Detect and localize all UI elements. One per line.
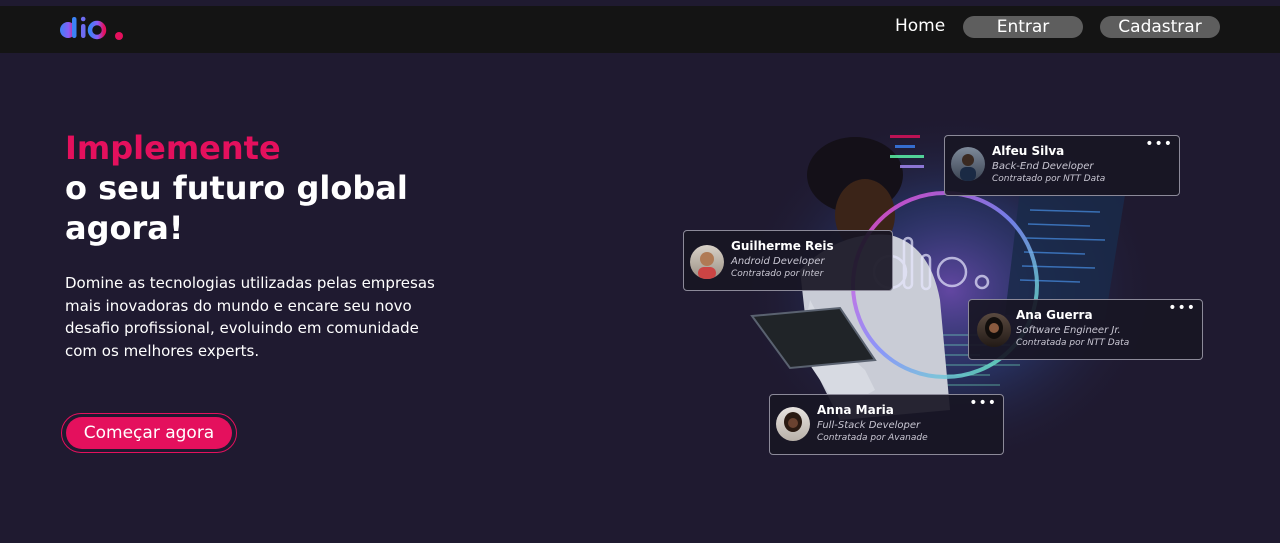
person-photo (784, 412, 802, 432)
profile-company: Contratada por Avanade (817, 433, 928, 443)
profile-card[interactable]: Guilherme Reis Android Developer Contrat… (683, 230, 893, 291)
profile-card[interactable]: Anna Maria Full-Stack Developer Contrata… (769, 394, 1004, 455)
more-dots-icon[interactable]: ••• (969, 395, 997, 411)
start-now-button[interactable]: Começar agora (66, 417, 232, 449)
login-button[interactable]: Entrar (963, 16, 1083, 38)
profile-name: Anna Maria (817, 403, 894, 417)
profile-role: Software Engineer Jr. (1016, 325, 1121, 336)
cta-outline: Começar agora (61, 413, 237, 453)
nav-home-link[interactable]: Home (895, 16, 945, 36)
profile-name: Alfeu Silva (992, 144, 1065, 158)
profile-name: Ana Guerra (1016, 308, 1093, 322)
signup-button[interactable]: Cadastrar (1100, 16, 1220, 38)
profile-company: Contratada por NTT Data (1016, 338, 1130, 348)
avatar (776, 407, 810, 441)
hero-title: Implemente o seu futuro global agora! (65, 128, 585, 248)
avatar (977, 313, 1011, 347)
more-dots-icon[interactable]: ••• (1168, 300, 1196, 316)
profile-role: Android Developer (731, 256, 825, 267)
profile-company: Contratado por NTT Data (992, 174, 1106, 184)
top-navbar: Home Entrar Cadastrar (0, 6, 1280, 53)
person-photo (960, 154, 976, 181)
profile-role: Back-End Developer (992, 161, 1094, 172)
more-dots-icon[interactable]: ••• (1145, 136, 1173, 152)
avatar (690, 245, 724, 279)
profile-name: Guilherme Reis (731, 239, 834, 253)
dio-logo[interactable] (60, 15, 126, 41)
hero-title-rest: o seu futuro global agora! (65, 169, 408, 247)
avatar (951, 147, 985, 181)
profile-company: Contratado por Inter (731, 269, 824, 279)
person-photo (985, 317, 1003, 339)
person-photo (698, 252, 716, 279)
hero-description: Domine as tecnologias utilizadas pelas e… (65, 274, 435, 360)
profile-role: Full-Stack Developer (817, 420, 921, 431)
hero-title-highlight: Implemente (65, 129, 281, 167)
profile-card[interactable]: Alfeu Silva Back-End Developer Contratad… (944, 135, 1180, 196)
profile-card[interactable]: Ana Guerra Software Engineer Jr. Contrat… (968, 299, 1203, 360)
